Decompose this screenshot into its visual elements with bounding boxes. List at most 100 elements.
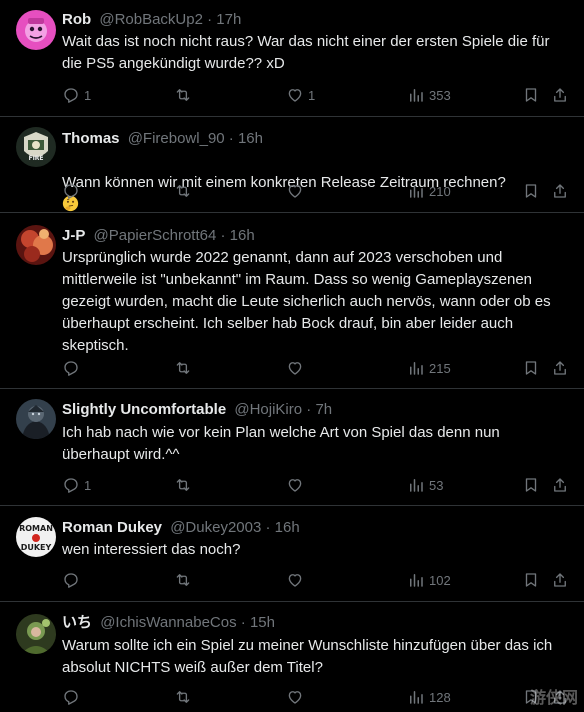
- user-handle[interactable]: @HojiKiro: [234, 401, 302, 418]
- avatar-image: [16, 225, 56, 265]
- timestamp[interactable]: 17h: [216, 11, 241, 28]
- display-name[interactable]: Roman Dukey: [62, 519, 162, 536]
- like-icon: [288, 479, 302, 492]
- retweet-button[interactable]: [174, 181, 196, 201]
- avatar[interactable]: FIRE: [16, 127, 56, 167]
- display-name[interactable]: J-P: [62, 227, 85, 244]
- tweet-actions: 102: [62, 570, 572, 590]
- like-icon: [288, 89, 302, 102]
- bookmark-icon: [525, 573, 537, 587]
- share-button[interactable]: [551, 358, 569, 378]
- share-button[interactable]: [551, 475, 569, 495]
- tweet-header: J-P @PapierSchrott64 · 16h: [62, 226, 255, 246]
- reply-button[interactable]: [62, 687, 84, 707]
- views-icon: [410, 574, 423, 587]
- tweet-header: Rob @RobBackUp2 · 17h: [62, 10, 241, 30]
- avatar-image: [16, 10, 56, 50]
- views-icon: [410, 479, 423, 492]
- avatar[interactable]: [16, 614, 56, 654]
- timestamp[interactable]: 16h: [275, 519, 300, 536]
- view-count: 210: [429, 183, 451, 199]
- avatar[interactable]: [16, 10, 56, 50]
- like-icon: [288, 185, 302, 198]
- retweet-button[interactable]: [174, 358, 196, 378]
- like-button[interactable]: [286, 687, 308, 707]
- tweet-header: Slightly Uncomfortable @HojiKiro · 7h: [62, 400, 332, 420]
- share-button[interactable]: [551, 570, 569, 590]
- display-name[interactable]: Thomas: [62, 130, 120, 147]
- views-icon: [410, 691, 423, 704]
- tweet[interactable]: いち @IchisWannabeCos · 15h Warum sollte i…: [0, 602, 584, 712]
- like-button[interactable]: 1: [286, 85, 315, 105]
- retweet-button[interactable]: [174, 687, 196, 707]
- avatar-image: ROMAN DUKEY: [16, 517, 56, 557]
- separator: ·: [228, 130, 234, 147]
- like-button[interactable]: [286, 181, 308, 201]
- bookmark-button[interactable]: [522, 358, 540, 378]
- avatar[interactable]: [16, 225, 56, 265]
- tweet[interactable]: ROMAN DUKEY Roman Dukey @Dukey2003 · 16h…: [0, 506, 584, 602]
- bookmark-icon: [525, 184, 537, 198]
- reply-button[interactable]: [62, 570, 84, 590]
- reply-button[interactable]: [62, 181, 84, 201]
- tweet[interactable]: Slightly Uncomfortable @HojiKiro · 7h Ic…: [0, 389, 584, 506]
- views-button[interactable]: 353: [407, 85, 451, 105]
- retweet-button[interactable]: [174, 475, 196, 495]
- bookmark-button[interactable]: [522, 85, 540, 105]
- timestamp[interactable]: 16h: [238, 130, 263, 147]
- avatar[interactable]: [16, 399, 56, 439]
- reply-button[interactable]: 1: [62, 85, 91, 105]
- bookmark-icon: [525, 361, 537, 375]
- reply-icon: [64, 184, 78, 199]
- separator: ·: [240, 614, 246, 631]
- display-name[interactable]: Rob: [62, 11, 91, 28]
- user-handle[interactable]: @RobBackUp2: [99, 11, 203, 28]
- reply-button[interactable]: [62, 358, 84, 378]
- display-name[interactable]: Slightly Uncomfortable: [62, 401, 226, 418]
- separator: ·: [220, 227, 226, 244]
- views-button[interactable]: 102: [407, 570, 451, 590]
- bookmark-button[interactable]: [522, 475, 540, 495]
- bookmark-button[interactable]: [522, 570, 540, 590]
- views-button[interactable]: 53: [407, 475, 443, 495]
- view-count: 102: [429, 572, 451, 588]
- tweet-header: Roman Dukey @Dukey2003 · 16h: [62, 518, 300, 538]
- tweet[interactable]: Rob @RobBackUp2 · 17h Wait das ist noch …: [0, 0, 584, 117]
- display-name[interactable]: いち: [62, 614, 92, 631]
- reply-button[interactable]: 1: [62, 475, 91, 495]
- retweet-button[interactable]: [174, 85, 196, 105]
- like-button[interactable]: [286, 475, 308, 495]
- user-handle[interactable]: @PapierSchrott64: [94, 227, 217, 244]
- separator: ·: [306, 401, 312, 418]
- like-icon: [288, 691, 302, 704]
- timestamp[interactable]: 15h: [250, 614, 275, 631]
- share-button[interactable]: [551, 181, 569, 201]
- user-handle[interactable]: @Dukey2003: [170, 519, 261, 536]
- user-handle[interactable]: @Firebowl_90: [128, 130, 225, 147]
- like-button[interactable]: [286, 358, 308, 378]
- share-button[interactable]: [551, 85, 569, 105]
- timestamp[interactable]: 16h: [230, 227, 255, 244]
- retweet-icon: [176, 691, 190, 703]
- avatar[interactable]: ROMAN DUKEY: [16, 517, 56, 557]
- bookmark-button[interactable]: [522, 181, 540, 201]
- tweet[interactable]: FIRE Thomas @Firebowl_90 · 16h Wann könn…: [0, 117, 584, 213]
- retweet-button[interactable]: [174, 570, 196, 590]
- views-button[interactable]: 210: [407, 181, 451, 201]
- like-icon: [288, 574, 302, 587]
- views-button[interactable]: 215: [407, 358, 451, 378]
- bookmark-icon: [525, 88, 537, 102]
- like-button[interactable]: [286, 570, 308, 590]
- tweet[interactable]: J-P @PapierSchrott64 · 16h Ursprünglich …: [0, 213, 584, 389]
- timestamp[interactable]: 7h: [315, 401, 332, 418]
- avatar-text-top: ROMAN: [19, 524, 53, 533]
- tweet-text: Ursprünglich wurde 2022 genannt, dann au…: [62, 249, 551, 354]
- avatar-image: FIRE: [16, 127, 56, 167]
- reply-feed: Rob @RobBackUp2 · 17h Wait das ist noch …: [0, 0, 584, 712]
- user-handle[interactable]: @IchisWannabeCos: [100, 614, 236, 631]
- share-icon: [554, 361, 566, 375]
- separator: ·: [265, 519, 271, 536]
- views-button[interactable]: 128: [407, 687, 451, 707]
- share-icon: [554, 184, 566, 198]
- tweet-actions: 1 53: [62, 475, 572, 495]
